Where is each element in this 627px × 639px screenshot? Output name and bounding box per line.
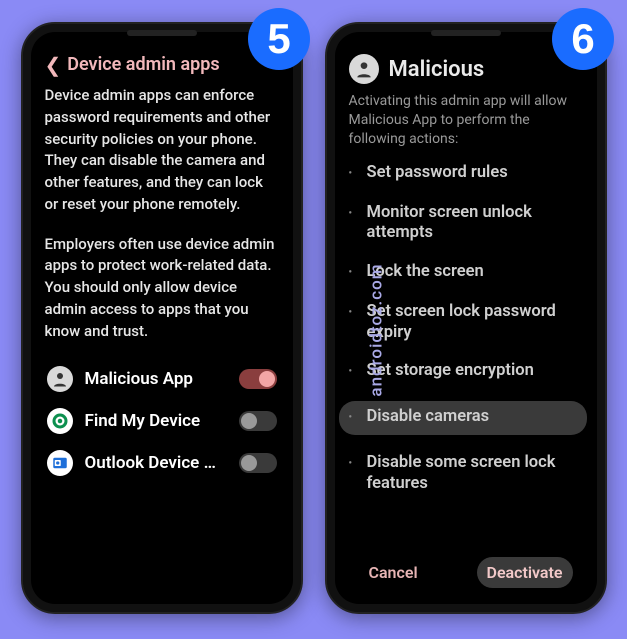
permission-item: • Set storage encryption [349,361,583,383]
permission-item: • Monitor screen unlock attempts [349,203,583,244]
permission-item: • Set screen lock password expiry [349,302,583,343]
toggle-switch[interactable] [239,453,277,473]
bullet-icon: • [349,163,357,185]
bullet-icon: • [349,302,357,324]
bullet-icon: • [349,361,357,383]
app-row-malicious[interactable]: Malicious App [45,360,279,398]
permission-label: Set storage encryption [367,361,534,382]
header-row: Malicious [349,54,583,84]
permission-label: Disable cameras [367,407,490,428]
app-label: Malicious App [85,369,227,389]
app-title: Malicious [389,57,485,82]
permission-label: Set screen lock password expiry [367,302,583,343]
malicious-app-icon [47,366,73,392]
step-badge-5: 5 [248,8,310,70]
phone-screen-5: ❮ Device admin apps Device admin apps ca… [21,22,303,614]
permission-label: Monitor screen unlock attempts [367,203,583,244]
settings-screen: ❮ Device admin apps Device admin apps ca… [33,38,291,600]
app-label: Outlook Device Pol.. [85,453,227,473]
permission-item-highlighted: • Disable cameras [339,401,587,435]
malicious-app-icon [349,54,379,84]
app-row-find-my-device[interactable]: Find My Device [45,402,279,440]
permissions-list: • Set password rules • Monitor screen unlo… [349,163,583,541]
bullet-icon: • [349,203,357,225]
phone-screen-6: Malicious Activating this admin app will… [325,22,607,614]
bullet-icon: • [349,407,357,429]
description-paragraph-1: Device admin apps can enforce password r… [45,85,279,216]
permission-item: • Set password rules [349,163,583,185]
admin-detail-screen: Malicious Activating this admin app will… [337,38,595,600]
bullet-icon: • [349,262,357,284]
cancel-button[interactable]: Cancel [359,557,428,588]
find-my-device-icon [47,408,73,434]
permission-label: Lock the screen [367,262,484,283]
app-label: Find My Device [85,411,227,431]
permission-label: Set password rules [367,163,508,184]
toggle-switch[interactable] [239,369,277,389]
bullet-icon: • [349,453,357,475]
admin-apps-list: Malicious App Find My Device Outlook Dev… [45,360,279,482]
page-title: Device admin apps [67,54,219,75]
permission-item: • Disable some screen lock features [349,453,583,494]
description-paragraph-2: Employers often use device admin apps to… [45,234,279,343]
deactivate-button[interactable]: Deactivate [477,557,573,588]
step-badge-6: 6 [552,8,614,70]
header-row: ❮ Device admin apps [45,54,279,75]
toggle-switch[interactable] [239,411,277,431]
admin-subtitle: Activating this admin app will allow Mal… [349,92,583,149]
permission-label: Disable some screen lock features [367,453,583,494]
action-bar: Cancel Deactivate [349,547,583,592]
outlook-icon [47,450,73,476]
app-row-outlook[interactable]: Outlook Device Pol.. [45,444,279,482]
back-chevron-icon[interactable]: ❮ [45,55,62,75]
permission-item: • Lock the screen [349,262,583,284]
